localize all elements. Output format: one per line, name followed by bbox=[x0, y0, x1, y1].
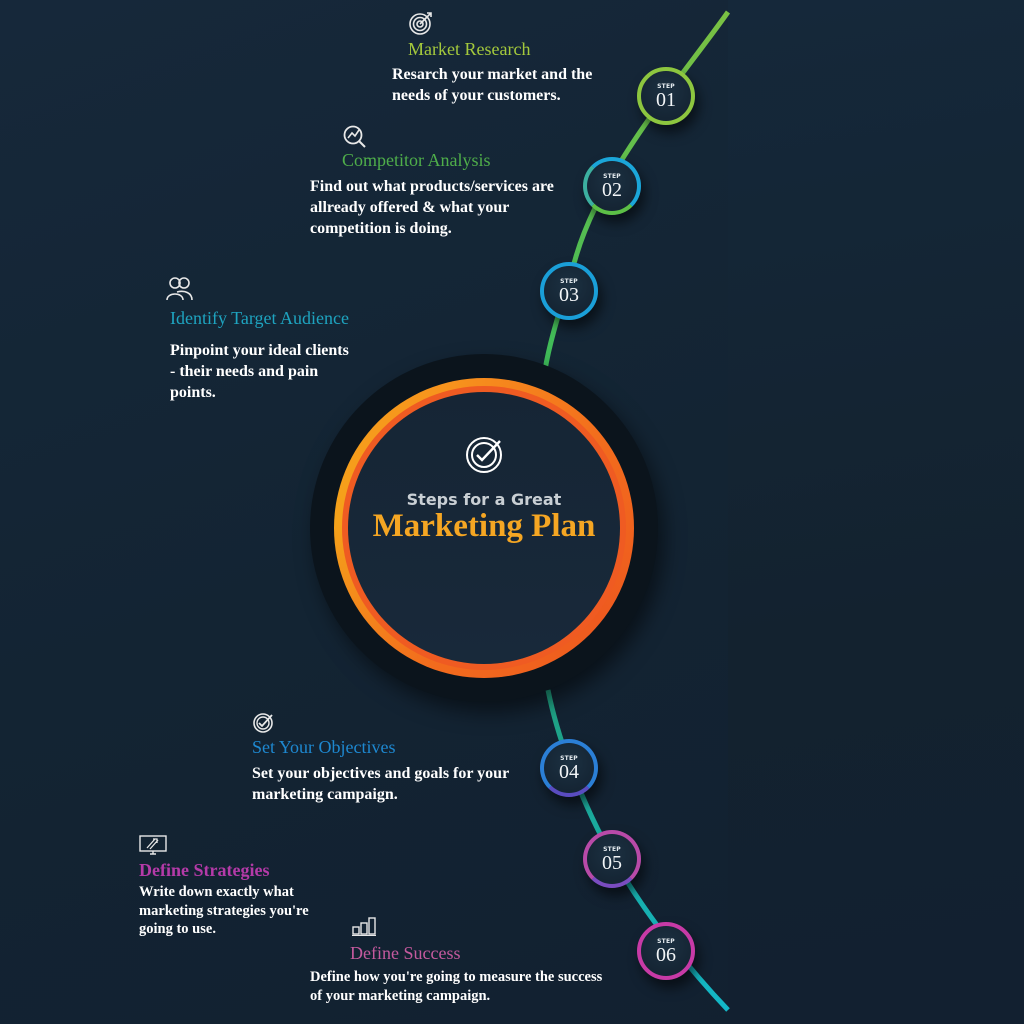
target-arrow-icon bbox=[409, 12, 432, 35]
step-04-description: Set your objectives and goals for your m… bbox=[252, 765, 509, 803]
target-check-icon bbox=[466, 437, 502, 473]
step-number: 04 bbox=[559, 760, 579, 783]
users-icon bbox=[166, 277, 193, 301]
step-03-badge[interactable]: STEP 03 bbox=[540, 262, 598, 320]
step-06-description: Define how you're going to measure the s… bbox=[310, 969, 603, 1004]
check-circle-icon bbox=[253, 713, 273, 733]
step-02-title: Competitor Analysis bbox=[342, 150, 491, 170]
step-number: 05 bbox=[602, 851, 622, 874]
bar-chart-icon bbox=[352, 917, 376, 936]
step-01-description: Resarch your market and the needs of you… bbox=[392, 66, 593, 104]
step-03-description: Pinpoint your ideal clients - their need… bbox=[170, 342, 349, 401]
step-04-badge[interactable]: STEP 04 bbox=[540, 739, 598, 797]
step-number: 01 bbox=[656, 88, 676, 111]
step-04-title: Set Your Objectives bbox=[252, 737, 396, 757]
center-title: Marketing Plan bbox=[372, 508, 596, 544]
step-05-badge[interactable]: STEP 05 bbox=[583, 830, 641, 888]
step-01-badge[interactable]: STEP 01 bbox=[637, 67, 695, 125]
step-05-description: Write down exactly what marketing strate… bbox=[139, 884, 309, 937]
step-02-badge[interactable]: STEP 02 bbox=[583, 157, 641, 215]
step-06-badge[interactable]: STEP 06 bbox=[637, 922, 695, 980]
step-number: 03 bbox=[559, 283, 579, 306]
step-06-title: Define Success bbox=[350, 943, 461, 963]
center-subtitle: Steps for a Great bbox=[406, 490, 562, 509]
step-05-title: Define Strategies bbox=[139, 860, 270, 880]
step-number: 02 bbox=[602, 178, 622, 201]
step-01-title: Market Research bbox=[408, 39, 531, 59]
monitor-strategy-icon bbox=[139, 835, 167, 855]
step-number: 06 bbox=[656, 943, 676, 966]
step-03-title: Identify Target Audience bbox=[170, 308, 350, 328]
magnifier-chart-icon bbox=[343, 125, 366, 148]
step-02-description: Find out what products/services are allr… bbox=[310, 178, 554, 237]
